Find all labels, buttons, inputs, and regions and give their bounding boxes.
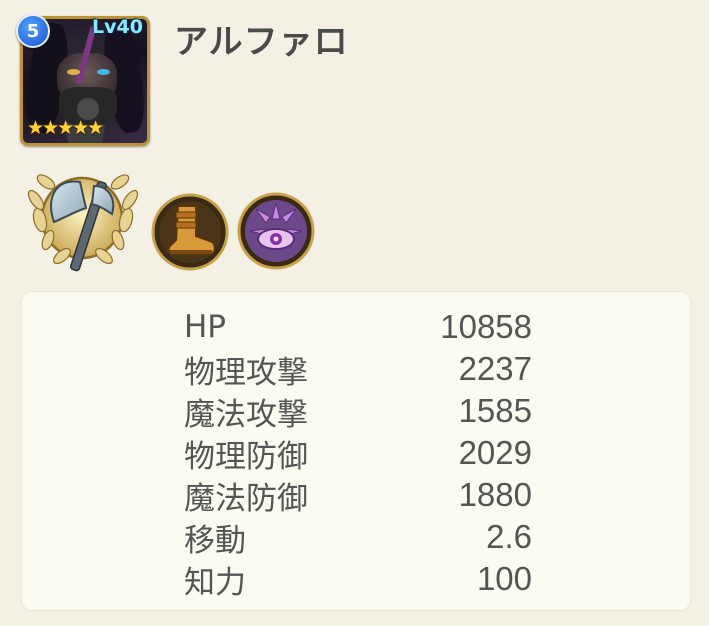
stat-label: 魔法防御 <box>184 480 308 517</box>
stat-row-intelligence: 知力 100 <box>184 558 532 601</box>
stat-value: 1585 <box>458 392 532 429</box>
stat-value: 2.6 <box>486 518 532 555</box>
stat-row-hp: HP 10858 <box>184 306 532 348</box>
stat-value: 2237 <box>458 350 532 387</box>
stat-value: 100 <box>476 560 532 597</box>
rarity-stars: ★★★★★ <box>27 117 104 139</box>
stat-label: 物理攻撃 <box>184 354 308 391</box>
stat-label: 移動 <box>184 522 246 559</box>
stat-value: 10858 <box>440 308 532 345</box>
stat-label: HP <box>184 309 227 345</box>
stat-value: 2029 <box>458 434 532 471</box>
boots-icon[interactable] <box>150 192 230 272</box>
stats-panel: HP 10858 物理攻撃 2237 魔法攻撃 1585 物理防御 2029 魔… <box>22 292 690 610</box>
stat-row-movement: 移動 2.6 <box>184 516 532 559</box>
axe-weapon-icon[interactable] <box>24 160 142 276</box>
stat-row-physical-defense: 物理防御 2029 <box>184 432 532 475</box>
level-text: Lv40 <box>92 16 143 38</box>
stat-label: 魔法攻撃 <box>184 396 308 433</box>
portrait-eye <box>67 69 80 75</box>
stat-row-magic-defense: 魔法防御 1880 <box>184 474 532 517</box>
magic-eye-icon[interactable] <box>236 191 316 271</box>
stat-label: 物理防御 <box>184 438 308 475</box>
unit-name: アルファロ <box>174 22 349 62</box>
rank-badge: 5 <box>16 14 50 48</box>
stat-label: 知力 <box>184 564 246 601</box>
stat-row-magic-attack: 魔法攻撃 1585 <box>184 390 532 433</box>
stat-value: 1880 <box>458 476 532 513</box>
stat-row-physical-attack: 物理攻撃 2237 <box>184 348 532 391</box>
portrait-eye <box>97 69 110 75</box>
